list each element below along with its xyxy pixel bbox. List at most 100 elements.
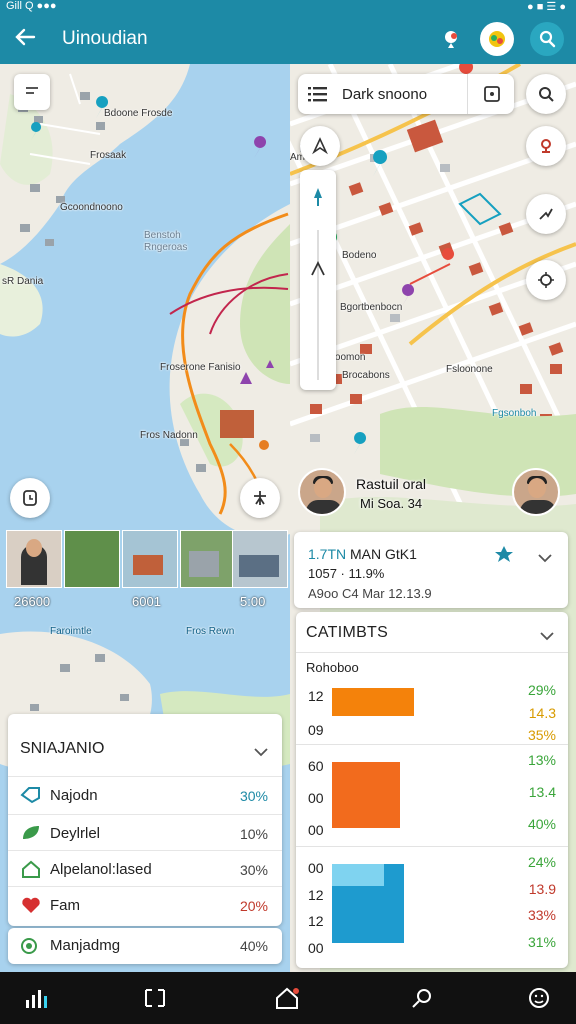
chart-bar[interactable] (332, 762, 400, 828)
map-layer-toggle[interactable] (14, 74, 50, 110)
stats-extra-row[interactable]: Manjadmg 40% (8, 928, 282, 964)
menu-icon[interactable] (308, 86, 328, 107)
chart-bar-highlight (332, 864, 384, 886)
bookmark-icon[interactable] (482, 84, 502, 104)
face-icon[interactable] (526, 986, 552, 1010)
back-arrow-icon[interactable] (14, 26, 36, 53)
search-icon[interactable] (410, 986, 436, 1010)
chart-tick-label: 12 (308, 688, 324, 704)
categories-chart-card: CATIMBTS Rohoboo 12 09 29% 14.3 35% 60 00 00 13%… (296, 612, 568, 968)
app-bar: Uinoudian (0, 14, 576, 64)
map-label: Bdoone Frosde (104, 108, 173, 119)
chart-subtitle: Rohoboo (306, 660, 359, 675)
tag-icon (20, 786, 42, 804)
search-icon[interactable] (530, 22, 564, 56)
chart-tick-label: 60 (308, 758, 324, 774)
location-pin-icon (537, 137, 555, 155)
chart-group-divider (296, 744, 568, 745)
map-label: Faroimtle (50, 626, 92, 637)
thumbnail[interactable] (180, 530, 236, 588)
share-icon[interactable] (494, 544, 514, 569)
chart-group-divider (296, 846, 568, 847)
route-button[interactable] (526, 194, 566, 234)
chart-bar[interactable] (332, 688, 414, 716)
heart-icon (20, 896, 42, 914)
map-pin-button[interactable] (526, 126, 566, 166)
leaf-icon (20, 824, 42, 842)
home-icon (20, 860, 42, 878)
north-arrow-icon[interactable] (309, 186, 327, 213)
tool-icon[interactable] (309, 260, 327, 283)
map-search-bar[interactable]: Dark snoono (298, 74, 514, 114)
map-label: Gcoondnoono (60, 202, 123, 213)
chart-tick-label: 00 (308, 822, 324, 838)
avatar-body (306, 500, 342, 514)
map-label: Benstoh (144, 230, 181, 241)
walk-mode-button[interactable] (240, 478, 280, 518)
map-label: Fgsonboh (492, 408, 537, 419)
divider-line (317, 230, 319, 380)
app-title: Uinoudian (62, 28, 148, 49)
thumbnail[interactable] (122, 530, 178, 588)
chart-tick-label: 00 (308, 790, 324, 806)
avatar-face (314, 478, 332, 498)
route-line1: 1.7TN MAN GtK1 (308, 546, 417, 562)
map-label: Froserone Fanisio (160, 362, 241, 373)
chart-value-label: 33% (527, 907, 556, 923)
target-icon (20, 937, 38, 960)
stats-title: SNIAJANIO (20, 740, 105, 757)
recenter-icon (537, 271, 555, 289)
map-label: Bodeno (342, 250, 377, 261)
thumbnail[interactable] (232, 530, 288, 588)
chart-value-label: 13.4 (528, 784, 556, 800)
chart-tick-label: 12 (308, 913, 324, 929)
stats-row-value: 20% (239, 898, 268, 914)
route-info-card[interactable]: 1.7TN MAN GtK1 1057 · 11.9% A9oo C4 Mar … (294, 532, 568, 608)
map-label: Fros Nadonn (140, 430, 198, 441)
map-label: Bgortbenbocn (340, 302, 403, 313)
stats-row[interactable]: Najodn 30% (8, 776, 282, 812)
recenter-button[interactable] (526, 260, 566, 300)
map-label: Fsloonone (446, 364, 493, 375)
stats-row-value: 30% (239, 862, 268, 878)
thumbnail-label: 26600 (14, 594, 51, 609)
compass-button[interactable] (300, 126, 340, 166)
chevron-down-icon[interactable] (538, 550, 552, 563)
chevron-down-icon[interactable] (540, 628, 554, 641)
stats-row[interactable]: Fam 20% (8, 886, 282, 922)
map-label: Fros Rewn (186, 626, 235, 637)
map-layers-icon[interactable] (480, 22, 514, 56)
chart-value-label: 29% (527, 682, 556, 698)
chevron-down-icon[interactable] (254, 744, 268, 757)
map-search-button[interactable] (526, 74, 566, 114)
chart-value-label: 40% (527, 816, 556, 832)
map-label: Frosaak (90, 150, 127, 161)
avatar[interactable] (512, 468, 560, 516)
stats-row[interactable]: Deylrlel 10% (8, 814, 282, 850)
location-pin-icon[interactable] (434, 22, 468, 56)
poi-subtitle: Mi Soa. 34 (360, 496, 423, 511)
chart-value-label: 14.3 (528, 704, 556, 721)
timer-button[interactable] (10, 478, 50, 518)
search-input[interactable]: Dark snoono (342, 86, 427, 103)
poi-name[interactable]: Rastuil oral (356, 476, 426, 492)
map-tool-column (300, 170, 336, 390)
signal-bars-icon[interactable] (24, 986, 50, 1010)
route-name: MAN GtK1 (350, 546, 417, 562)
thumbnail[interactable] (64, 530, 120, 588)
stats-row[interactable]: Alpelanol:lased 30% (8, 850, 282, 886)
map-label: sR Dania (2, 276, 44, 287)
compass-icon (310, 136, 330, 156)
home-icon[interactable] (274, 986, 300, 1010)
chart-value-label: 31% (527, 933, 556, 950)
thumbnail-label: 5:00 (240, 594, 266, 609)
chart-value-label: 13% (527, 752, 556, 768)
status-bar: Gill Q ●●● ● ■ ☰ ● (0, 0, 576, 14)
chart-title: CATIMBTS (306, 624, 389, 641)
thumbnail[interactable] (6, 530, 62, 588)
recent-apps-icon[interactable] (142, 986, 168, 1010)
chart-divider (296, 652, 568, 653)
stats-row-value: 40% (239, 938, 268, 954)
avatar[interactable] (298, 468, 346, 516)
chart-tick-label: 12 (308, 886, 324, 903)
